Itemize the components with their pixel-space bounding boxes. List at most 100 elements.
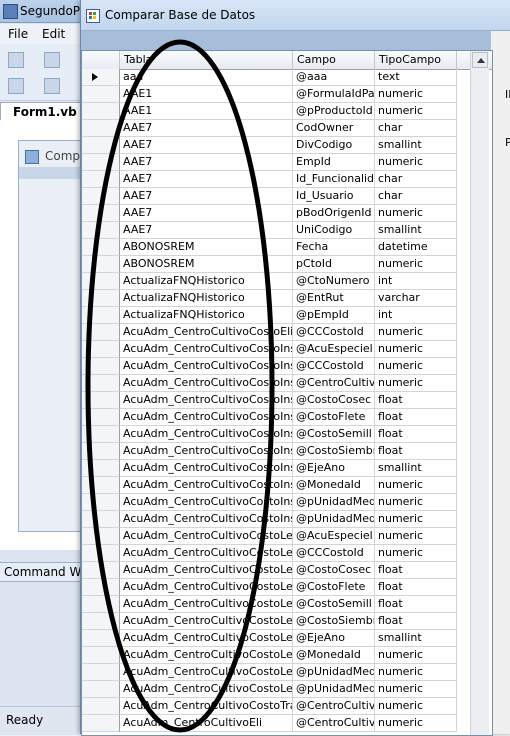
row-header[interactable] — [82, 545, 120, 562]
toolbar-icon[interactable] — [44, 78, 60, 94]
table-row[interactable]: ActualizaFNQHistorico @pEmpId int — [82, 307, 492, 324]
cell-tabla[interactable]: AAE7 — [120, 188, 293, 205]
cell-tabla[interactable]: AcuAdm_CentroCultivoCostoIns — [120, 409, 293, 426]
cell-tabla[interactable]: AcuAdm_CentroCultivoCostoEli — [120, 324, 293, 341]
cell-tabla[interactable]: AcuAdm_CentroCultivoEli — [120, 715, 293, 732]
table-row[interactable]: AcuAdm_CentroCultivoCostoLee @EjeAno small… — [82, 630, 492, 647]
row-header[interactable] — [82, 664, 120, 681]
cell-tipocampo[interactable]: numeric — [375, 358, 457, 375]
cell-tipocampo[interactable]: numeric — [375, 494, 457, 511]
cell-campo[interactable]: @pUnidadMed — [293, 494, 375, 511]
row-header[interactable] — [82, 120, 120, 137]
command-window-tab[interactable]: Command W — [0, 562, 90, 582]
scroll-up-icon[interactable] — [472, 52, 488, 68]
cell-campo[interactable]: @AcuEspeciel — [293, 528, 375, 545]
table-row[interactable]: aaa @aaa text — [82, 69, 492, 86]
menu-file[interactable]: File — [8, 27, 28, 41]
cell-tipocampo[interactable]: numeric — [375, 86, 457, 103]
cell-campo[interactable]: @CostoSemill — [293, 596, 375, 613]
cell-tabla[interactable]: AcuAdm_CentroCultivoCostoIns — [120, 494, 293, 511]
table-row[interactable]: AcuAdm_CentroCultivoCostoIns @CostoSiembr… — [82, 443, 492, 460]
cell-tabla[interactable]: AcuAdm_CentroCultivoCostoIns — [120, 358, 293, 375]
cell-campo[interactable]: @CtoNumero — [293, 273, 375, 290]
row-header[interactable] — [82, 613, 120, 630]
cell-campo[interactable]: EmpId — [293, 154, 375, 171]
table-row[interactable]: AcuAdm_CentroCultivoCostoLee @CostoSiembr… — [82, 613, 492, 630]
row-header[interactable] — [82, 256, 120, 273]
current-row-indicator[interactable] — [82, 69, 120, 86]
cell-campo[interactable]: Id_Usuario — [293, 188, 375, 205]
cell-tabla[interactable]: AAE1 — [120, 103, 293, 120]
table-row[interactable]: AAE7 EmpId numeric — [82, 154, 492, 171]
cell-campo[interactable]: @CCCostoId — [293, 324, 375, 341]
cell-tabla[interactable]: ABONOSREM — [120, 239, 293, 256]
cell-campo[interactable]: @CCCostoId — [293, 545, 375, 562]
table-row[interactable]: AcuAdm_CentroCultivoCostoTra @CentroCulti… — [82, 698, 492, 715]
cell-campo[interactable]: @pProductoId — [293, 103, 375, 120]
cell-tabla[interactable]: AcuAdm_CentroCultivoCostoLee — [120, 528, 293, 545]
cell-campo[interactable]: @CostoSiembr — [293, 613, 375, 630]
table-row[interactable]: AcuAdm_CentroCultivoCostoIns @CostoSemill… — [82, 426, 492, 443]
cell-campo[interactable]: @CentroCultiv — [293, 698, 375, 715]
cell-tipocampo[interactable]: float — [375, 613, 457, 630]
row-header[interactable] — [82, 222, 120, 239]
table-row[interactable]: AAE7 UniCodigo smallint — [82, 222, 492, 239]
cell-campo[interactable]: @CostoFlete — [293, 409, 375, 426]
vertical-scrollbar[interactable] — [470, 51, 489, 735]
cell-tipocampo[interactable]: smallint — [375, 222, 457, 239]
row-header[interactable] — [82, 511, 120, 528]
row-header[interactable] — [82, 290, 120, 307]
toolbar-icon[interactable] — [8, 52, 24, 68]
table-row[interactable]: AAE7 Id_Funcionalid char — [82, 171, 492, 188]
cell-tabla[interactable]: ActualizaFNQHistorico — [120, 273, 293, 290]
cell-tabla[interactable]: AcuAdm_CentroCultivoCostoIns — [120, 426, 293, 443]
cell-tipocampo[interactable]: numeric — [375, 477, 457, 494]
table-row[interactable]: AcuAdm_CentroCultivoCostoIns @CostoCosec f… — [82, 392, 492, 409]
cell-tabla[interactable]: AcuAdm_CentroCultivoCostoLee — [120, 647, 293, 664]
cell-campo[interactable]: UniCodigo — [293, 222, 375, 239]
table-row[interactable]: AcuAdm_CentroCultivoEli @CentroCultiv nume… — [82, 715, 492, 732]
row-header[interactable] — [82, 239, 120, 256]
table-row[interactable]: AAE7 CodOwner char — [82, 120, 492, 137]
cell-tabla[interactable]: AAE7 — [120, 137, 293, 154]
cell-campo[interactable]: @pUnidadMed — [293, 511, 375, 528]
table-row[interactable]: AcuAdm_CentroCultivoCostoLee @AcuEspeciel… — [82, 528, 492, 545]
table-row[interactable]: AAE1 @FormulaIdPa numeric — [82, 86, 492, 103]
cell-campo[interactable]: @CostoSiembr — [293, 443, 375, 460]
row-header[interactable] — [82, 477, 120, 494]
cell-campo[interactable]: @CCCostoId — [293, 358, 375, 375]
cell-tabla[interactable]: ActualizaFNQHistorico — [120, 307, 293, 324]
cell-tabla[interactable]: AcuAdm_CentroCultivoCostoLee — [120, 596, 293, 613]
row-header[interactable] — [82, 137, 120, 154]
column-header-campo[interactable]: Campo — [293, 51, 375, 69]
cell-tipocampo[interactable]: smallint — [375, 137, 457, 154]
table-row[interactable]: AcuAdm_CentroCultivoCostoLee @CostoCosec f… — [82, 562, 492, 579]
cell-tabla[interactable]: AcuAdm_CentroCultivoCostoLee — [120, 579, 293, 596]
cell-tipocampo[interactable]: numeric — [375, 698, 457, 715]
cell-tabla[interactable]: AAE7 — [120, 154, 293, 171]
cell-tipocampo[interactable]: float — [375, 426, 457, 443]
table-row[interactable]: AcuAdm_CentroCultivoCostoEli @CCCostoId nu… — [82, 324, 492, 341]
cell-tipocampo[interactable]: float — [375, 409, 457, 426]
cell-campo[interactable]: @pUnidadMed — [293, 664, 375, 681]
cell-tabla[interactable]: AAE7 — [120, 205, 293, 222]
cell-tipocampo[interactable]: numeric — [375, 545, 457, 562]
table-row[interactable]: ABONOSREM pCtoId numeric — [82, 256, 492, 273]
row-header[interactable] — [82, 375, 120, 392]
cell-tipocampo[interactable]: float — [375, 443, 457, 460]
cell-tipocampo[interactable]: numeric — [375, 375, 457, 392]
cell-tabla[interactable]: AcuAdm_CentroCultivoCostoLee — [120, 613, 293, 630]
row-header[interactable] — [82, 596, 120, 613]
table-row[interactable]: ActualizaFNQHistorico @CtoNumero int — [82, 273, 492, 290]
cell-campo[interactable]: @pUnidadMed — [293, 681, 375, 698]
cell-tipocampo[interactable]: numeric — [375, 681, 457, 698]
data-grid[interactable]: Tabla Campo TipoCampo aaa @aaa text AAE1 @Fo… — [81, 50, 493, 736]
cell-tipocampo[interactable]: numeric — [375, 154, 457, 171]
row-header[interactable] — [82, 494, 120, 511]
row-header[interactable] — [82, 324, 120, 341]
table-row[interactable]: AcuAdm_CentroCultivoCostoIns @pUnidadMed n… — [82, 494, 492, 511]
row-header[interactable] — [82, 273, 120, 290]
cell-campo[interactable]: @EjeAno — [293, 630, 375, 647]
tab-form1-vb[interactable]: Form1.vb [ — [0, 102, 92, 121]
column-header-tipocampo[interactable]: TipoCampo — [375, 51, 457, 69]
